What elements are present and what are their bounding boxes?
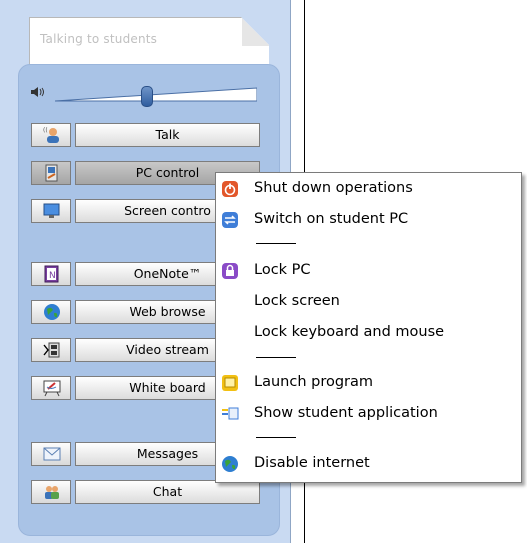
pc-control-icon xyxy=(45,164,58,182)
switch-on-icon xyxy=(222,212,238,228)
menu-item-launch-program[interactable]: Launch program xyxy=(216,371,516,395)
menu-item-label: Lock keyboard and mouse xyxy=(254,324,445,340)
launch-program-icon xyxy=(222,375,238,391)
onenote-icon: N xyxy=(44,265,59,283)
menu-separator xyxy=(256,243,296,244)
svg-text:((: (( xyxy=(43,127,48,134)
panel-title-card: Talking to students xyxy=(29,17,269,65)
show-application-icon xyxy=(222,407,239,420)
talk-button[interactable]: (( Talk xyxy=(31,123,260,147)
menu-item-lock-screen[interactable]: Lock screen xyxy=(216,290,516,314)
talk-icon: (( xyxy=(43,127,59,143)
talk-label: Talk xyxy=(75,123,260,147)
screen-control-icon xyxy=(43,203,60,218)
envelope-icon xyxy=(43,447,61,461)
volume-slider[interactable] xyxy=(54,86,258,107)
menu-item-label: Lock screen xyxy=(254,293,340,309)
speaker-icon xyxy=(31,87,44,97)
chat-button[interactable]: Chat xyxy=(31,480,260,504)
menu-item-label: Switch on student PC xyxy=(254,211,409,227)
menu-separator xyxy=(256,357,296,358)
chat-label: Chat xyxy=(75,480,260,504)
menu-item-label: Launch program xyxy=(254,374,374,390)
menu-item-lock-keyboard-and-mouse[interactable]: Lock keyboard and mouse xyxy=(216,321,516,345)
chat-icon xyxy=(45,486,59,499)
menu-separator xyxy=(256,437,296,438)
volume-control xyxy=(31,82,261,107)
menu-item-show-student-application[interactable]: Show student application xyxy=(216,402,516,426)
pc-control-context-menu: Shut down operations Switch on student P… xyxy=(215,172,522,483)
globe-icon xyxy=(222,456,238,472)
menu-item-lock-pc[interactable]: Lock PC xyxy=(216,259,516,283)
lock-icon xyxy=(222,263,238,279)
svg-text:N: N xyxy=(49,271,56,281)
menu-item-label: Show student application xyxy=(254,405,438,421)
volume-ramp xyxy=(54,87,258,102)
menu-item-shut-down-operations[interactable]: Shut down operations xyxy=(216,177,516,201)
menu-item-disable-internet[interactable]: Disable internet xyxy=(216,452,516,476)
web-browser-icon xyxy=(44,304,60,320)
power-icon xyxy=(222,181,238,197)
menu-item-label: Shut down operations xyxy=(254,180,413,196)
volume-slider-thumb[interactable] xyxy=(141,86,153,107)
white-board-icon xyxy=(43,380,61,397)
menu-item-label: Lock PC xyxy=(254,262,311,278)
video-stream-icon xyxy=(43,342,60,358)
panel-title: Talking to students xyxy=(40,32,158,46)
menu-item-switch-on-student-pc[interactable]: Switch on student PC xyxy=(216,208,516,232)
menu-item-label: Disable internet xyxy=(254,455,370,471)
